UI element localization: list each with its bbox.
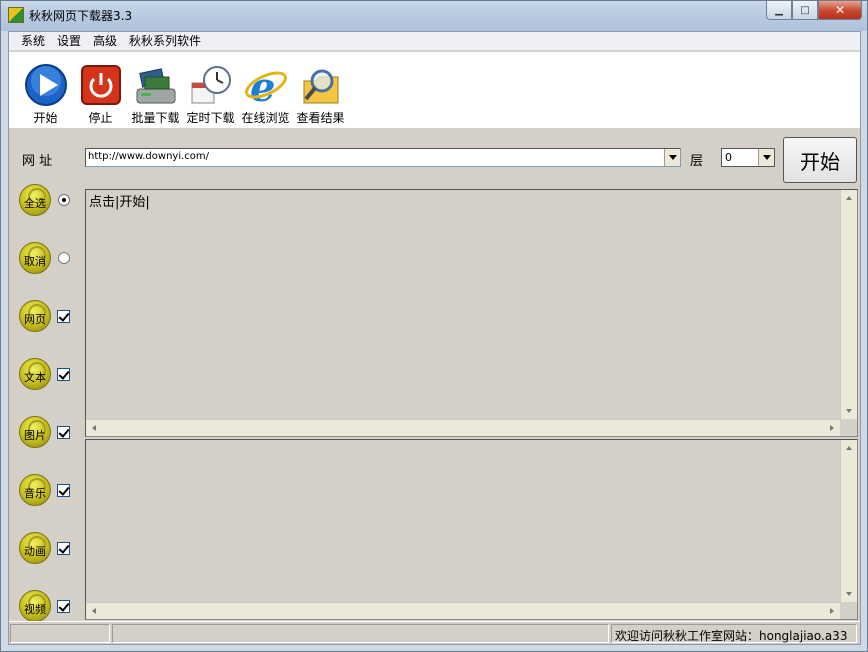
animation-checkbox[interactable] <box>57 541 70 555</box>
filter-select-all[interactable]: 全选 <box>19 183 79 217</box>
toolbar: 开始 停止 批量下载 定时下载 e 在线浏览 查看结果 <box>9 52 860 128</box>
app-window: 秋秋网页下载器3.3 ▁ □ ✕ 系统 设置 高级 秋秋系列软件 开始 停止 批… <box>0 0 868 652</box>
menu-bar: 系统 设置 高级 秋秋系列软件 <box>9 32 860 51</box>
status-bar: 欢迎访问秋秋工作室网站：honglajiao.a33 <box>9 621 860 644</box>
status-cell-2 <box>112 624 609 643</box>
filter-cancel[interactable]: 取消 <box>19 241 79 275</box>
filter-text[interactable]: 文本 <box>19 357 79 391</box>
menu-advanced[interactable]: 高级 <box>87 32 123 51</box>
menu-settings[interactable]: 设置 <box>51 32 87 51</box>
filter-animation[interactable]: 动画 <box>19 531 79 565</box>
close-button[interactable]: ✕ <box>818 1 862 20</box>
video-button[interactable]: 视频 <box>19 590 51 622</box>
toolbar-label: 开始 <box>33 111 58 125</box>
scroll-down-icon <box>846 409 852 413</box>
svg-text:e: e <box>250 64 275 107</box>
close-icon: ✕ <box>834 3 846 17</box>
cancel-radio[interactable] <box>58 252 70 264</box>
toolbar-label: 在线浏览 <box>241 111 290 125</box>
result-horizontal-scrollbar[interactable] <box>86 602 840 619</box>
text-button[interactable]: 文本 <box>19 358 51 390</box>
scroll-up-icon <box>846 196 852 200</box>
title-bar[interactable]: 秋秋网页下载器3.3 ▁ □ ✕ <box>1 1 867 31</box>
filter-webpage[interactable]: 网页 <box>19 299 79 333</box>
url-dropdown-button[interactable] <box>664 149 680 166</box>
layer-combobox[interactable]: 0 <box>721 148 775 167</box>
app-icon <box>8 7 24 23</box>
music-button[interactable]: 音乐 <box>19 474 51 506</box>
ie-browser-icon: e <box>243 62 289 108</box>
video-checkbox[interactable] <box>57 599 70 613</box>
webpage-button[interactable]: 网页 <box>19 300 51 332</box>
scroll-left-icon <box>92 425 96 431</box>
scroll-up-icon <box>846 446 852 450</box>
result-vertical-scrollbar[interactable] <box>840 440 857 602</box>
status-cell-1 <box>10 624 110 643</box>
play-icon <box>23 62 69 108</box>
toolbar-label: 查看结果 <box>296 111 345 125</box>
menu-qiuqiu-series[interactable]: 秋秋系列软件 <box>123 32 207 51</box>
cancel-button[interactable]: 取消 <box>19 242 51 274</box>
minimize-button[interactable]: ▁ <box>766 1 792 20</box>
status-cell-3: 欢迎访问秋秋工作室网站：honglajiao.a33 <box>611 624 857 643</box>
client-area: 系统 设置 高级 秋秋系列软件 开始 停止 批量下载 定时下载 e 在线浏览 查… <box>8 31 861 645</box>
layer-value[interactable]: 0 <box>725 151 732 164</box>
maximize-button[interactable]: □ <box>792 1 818 20</box>
toolbar-label: 定时下载 <box>186 111 235 125</box>
toolbar-stop-button[interactable]: 停止 <box>73 52 128 128</box>
music-checkbox[interactable] <box>57 483 70 497</box>
minimize-icon: ▁ <box>775 4 783 16</box>
scroll-left-icon <box>92 608 96 614</box>
toolbar-batch-download-button[interactable]: 批量下载 <box>128 52 183 128</box>
filter-video[interactable]: 视频 <box>19 589 79 623</box>
books-drive-icon <box>133 62 179 108</box>
layer-label: 层 <box>690 154 704 169</box>
clock-calendar-icon <box>188 62 234 108</box>
filter-music[interactable]: 音乐 <box>19 473 79 507</box>
start-button[interactable]: 开始 <box>783 137 857 183</box>
log-textarea[interactable]: 点击|开始| <box>85 189 858 437</box>
toolbar-browse-online-button[interactable]: e 在线浏览 <box>238 52 293 128</box>
power-icon <box>78 62 124 108</box>
url-label: 网 址 <box>22 154 53 169</box>
log-text: 点击|开始| <box>89 195 150 210</box>
scroll-right-icon <box>830 608 834 614</box>
log-horizontal-scrollbar[interactable] <box>86 419 840 436</box>
text-checkbox[interactable] <box>57 367 70 381</box>
toolbar-label: 停止 <box>88 111 113 125</box>
filter-image[interactable]: 图片 <box>19 415 79 449</box>
log-vertical-scrollbar[interactable] <box>840 190 857 419</box>
toolbar-view-results-button[interactable]: 查看结果 <box>293 52 348 128</box>
image-checkbox[interactable] <box>57 425 70 439</box>
menu-system[interactable]: 系统 <box>15 32 51 51</box>
scroll-down-icon <box>846 592 852 596</box>
maximize-icon: □ <box>800 4 810 16</box>
animation-button[interactable]: 动画 <box>19 532 51 564</box>
toolbar-scheduled-download-button[interactable]: 定时下载 <box>183 52 238 128</box>
folder-magnifier-icon <box>298 62 344 108</box>
select-all-button[interactable]: 全选 <box>19 184 51 216</box>
layer-dropdown-button[interactable] <box>758 149 774 166</box>
toolbar-start-button[interactable]: 开始 <box>18 52 73 128</box>
webpage-checkbox[interactable] <box>57 309 70 323</box>
select-all-radio[interactable] <box>58 194 70 206</box>
status-welcome-text: 欢迎访问秋秋工作室网站：honglajiao.a33 <box>615 629 848 643</box>
window-title: 秋秋网页下载器3.3 <box>29 9 133 23</box>
toolbar-label: 批量下载 <box>131 111 180 125</box>
image-button[interactable]: 图片 <box>19 416 51 448</box>
result-textarea[interactable] <box>85 439 858 620</box>
url-combobox[interactable]: http://www.downyi.com/ <box>85 148 681 167</box>
url-input[interactable]: http://www.downyi.com/ <box>88 151 209 162</box>
scroll-right-icon <box>830 425 834 431</box>
